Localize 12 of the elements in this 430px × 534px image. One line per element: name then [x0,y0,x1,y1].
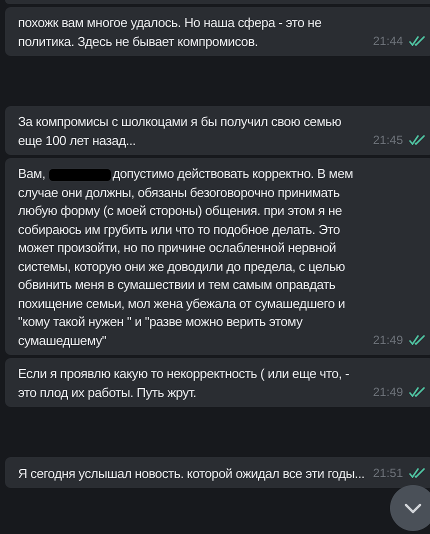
message-time: 21:49 [372,384,403,401]
scroll-down-button[interactable] [390,485,430,531]
message-text: похожк вам многое удалось. Но наша сфера - это не политика. Здесь не бывает компромисов. [18,14,322,51]
message-time: 21:45 [372,132,403,149]
chevron-down-icon [404,502,422,514]
message-text: Вам, допустимо действовать корректно. В мем случае они должны, обязаны безоговорочно принимать любую форму (с моей стороны) общения. при этом я не собираюсь им грубить или что то подобное делать. Это может произойти, но по причине ослабленной нервной системы, которую они же доводили до предела, с целью обвинить меня в сумашествии и тем самым оправдать похищение семьи, мол жена убежала от сумашедшего и "кому такой нужен " и "разве можно верить этому сумашедшему" [18,165,354,350]
message-time: 21:51 [372,465,403,482]
message-time: 21:49 [372,332,403,349]
message-time: 21:44 [372,33,403,50]
message-text: Если я проявлю какую то некорректность ( или еще что, - это плод их работы. Путь жрут. [18,365,350,402]
message-text: За компромисы с шолкоцами я бы получил свою семью еще 100 лет назад... [18,113,342,150]
message-text: Я сегодня услышал новость. которой ожидал все эти годы... [18,464,366,483]
